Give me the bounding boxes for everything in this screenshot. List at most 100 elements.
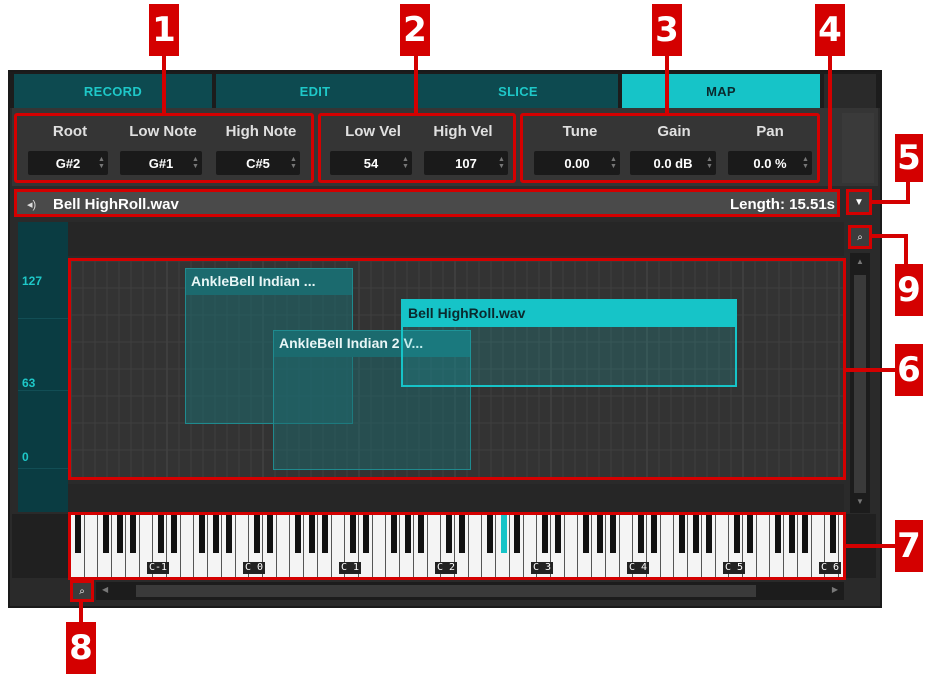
black-key[interactable]	[267, 515, 274, 553]
white-key[interactable]	[276, 515, 291, 577]
velocity-ruler: 127 63 0	[18, 222, 68, 512]
black-key[interactable]	[555, 515, 562, 553]
black-key[interactable]	[802, 515, 809, 553]
black-key[interactable]	[157, 515, 164, 553]
black-key[interactable]	[322, 515, 329, 553]
scroll-down-arrow-icon[interactable]: ▼	[856, 497, 864, 506]
black-key[interactable]	[418, 515, 425, 553]
scroll-right-arrow-icon[interactable]: ▶	[832, 585, 838, 594]
root-field[interactable]: G#2 ▲ ▼	[28, 151, 108, 175]
octave-label: C 2	[435, 562, 458, 574]
octave-label: C 6	[819, 562, 842, 574]
white-key[interactable]	[372, 515, 387, 577]
dropdown-arrow-icon[interactable]: ▼	[846, 189, 872, 215]
black-key[interactable]	[212, 515, 219, 553]
velocity-label-0: 0	[22, 450, 29, 464]
tab-map[interactable]: MAP	[622, 74, 822, 108]
tab-edit[interactable]: EDIT	[216, 74, 416, 108]
stepper-icon[interactable]: ▲ ▼	[402, 156, 409, 170]
zone-bell-highroll[interactable]: Bell HighRoll.wav	[401, 299, 737, 387]
stepper-icon[interactable]: ▲ ▼	[802, 156, 809, 170]
low-note-field[interactable]: G#1 ▲ ▼	[120, 151, 202, 175]
callout-7: 7	[895, 520, 923, 572]
scroll-left-arrow-icon[interactable]: ◀	[102, 585, 108, 594]
black-key[interactable]	[390, 515, 397, 553]
white-key[interactable]	[756, 515, 771, 577]
black-key[interactable]	[404, 515, 411, 553]
tab-record[interactable]: RECORD	[14, 74, 214, 108]
velocity-label-63: 63	[22, 376, 36, 390]
callout-9: 9	[895, 264, 923, 316]
sample-filename: Bell HighRoll.wav	[53, 196, 179, 213]
vertical-scroll-thumb[interactable]	[854, 275, 866, 493]
high-note-field[interactable]: C#5 ▲ ▼	[216, 151, 300, 175]
black-key[interactable]	[75, 515, 82, 553]
black-key[interactable]	[651, 515, 658, 553]
zoom-icon[interactable]: ⌕	[70, 580, 94, 602]
black-key[interactable]	[363, 515, 370, 553]
white-key[interactable]	[180, 515, 195, 577]
black-key[interactable]	[788, 515, 795, 553]
black-key[interactable]	[733, 515, 740, 553]
black-key[interactable]	[692, 515, 699, 553]
callout-8-line	[79, 602, 83, 622]
pan-field[interactable]: 0.0 % ▲ ▼	[728, 151, 812, 175]
black-key[interactable]	[706, 515, 713, 553]
black-key[interactable]	[294, 515, 301, 553]
tab-slice[interactable]: SLICE	[418, 74, 620, 108]
black-key[interactable]	[445, 515, 452, 553]
gain-field[interactable]: 0.0 dB ▲ ▼	[630, 151, 716, 175]
callout-9-line	[872, 234, 908, 238]
white-key[interactable]	[660, 515, 675, 577]
zone-area-top	[68, 222, 844, 256]
horizontal-scroll-thumb[interactable]	[136, 585, 756, 597]
black-key[interactable]	[349, 515, 356, 553]
black-key[interactable]	[102, 515, 109, 553]
tune-field[interactable]: 0.00 ▲ ▼	[534, 151, 620, 175]
zoom-icon[interactable]: ⌕	[848, 225, 872, 249]
black-key[interactable]	[610, 515, 617, 553]
horizontal-scrollbar[interactable]: ◀ ▶	[96, 582, 844, 600]
zone-map-grid[interactable]: AnkleBell Indian ... AnkleBell Indian 2 …	[68, 258, 846, 480]
black-key[interactable]	[774, 515, 781, 553]
black-key[interactable]	[171, 515, 178, 553]
black-key[interactable]	[829, 515, 836, 553]
black-key[interactable]	[582, 515, 589, 553]
black-key[interactable]	[514, 515, 521, 553]
black-key[interactable]	[486, 515, 493, 553]
scroll-up-arrow-icon[interactable]: ▲	[856, 257, 864, 266]
octave-label: C 0	[243, 562, 266, 574]
stepper-icon[interactable]: ▲ ▼	[192, 156, 199, 170]
black-key[interactable]	[253, 515, 260, 553]
black-key[interactable]	[459, 515, 466, 553]
sample-info-bar: ◂) Bell HighRoll.wav Length: 15.51s	[14, 189, 840, 217]
high-vel-field[interactable]: 107 ▲ ▼	[424, 151, 508, 175]
black-key[interactable]	[541, 515, 548, 553]
black-key[interactable]	[226, 515, 233, 553]
stepper-icon[interactable]: ▲ ▼	[290, 156, 297, 170]
white-key[interactable]	[468, 515, 483, 577]
speaker-icon[interactable]: ◂)	[27, 198, 36, 211]
octave-label: C-1	[147, 562, 170, 574]
low-vel-field[interactable]: 54 ▲ ▼	[330, 151, 412, 175]
stepper-icon[interactable]: ▲ ▼	[498, 156, 505, 170]
black-key[interactable]	[747, 515, 754, 553]
vertical-scrollbar[interactable]: ▲ ▼	[850, 253, 870, 513]
stepper-icon[interactable]: ▲ ▼	[98, 156, 105, 170]
piano-keyboard[interactable]: C-1 C 0 C 1 C 2 C 3 C 4 C 5 C 6	[68, 512, 846, 580]
black-key[interactable]	[198, 515, 205, 553]
black-key[interactable]	[308, 515, 315, 553]
black-key[interactable]	[678, 515, 685, 553]
white-key[interactable]	[84, 515, 99, 577]
velocity-divider	[18, 390, 68, 391]
white-key[interactable]	[564, 515, 579, 577]
black-key[interactable]	[637, 515, 644, 553]
black-key[interactable]	[596, 515, 603, 553]
gain-value: 0.0 dB	[653, 155, 693, 171]
black-key[interactable]	[116, 515, 123, 553]
stepper-icon[interactable]: ▲ ▼	[706, 156, 713, 170]
callout-8: 8	[66, 622, 96, 674]
black-key[interactable]	[130, 515, 137, 553]
stepper-icon[interactable]: ▲ ▼	[610, 156, 617, 170]
tune-value: 0.00	[564, 155, 590, 171]
